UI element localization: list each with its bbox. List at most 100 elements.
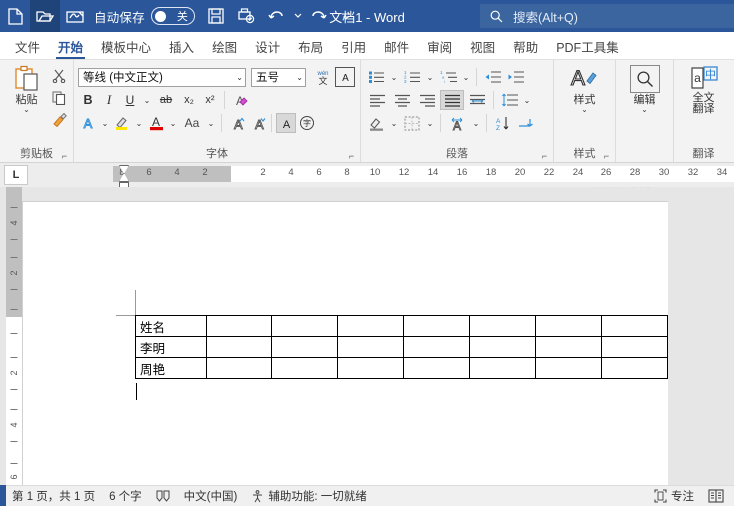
chinese-layout-icon[interactable]: A [445,113,469,133]
strikethrough-button[interactable]: ab [154,90,178,110]
character-border-icon[interactable]: A [335,67,355,87]
table-cell[interactable]: 姓名 [135,315,207,337]
status-proofing-icon[interactable] [156,490,170,503]
styles-button[interactable]: A 样式 ⌄ [562,63,608,114]
shading-dropdown-icon[interactable]: ⌄ [388,113,400,133]
table-cell[interactable] [469,336,537,358]
status-page-info[interactable]: 第 1 页，共 1 页 [12,488,95,504]
font-dialog-launcher-icon[interactable]: ⌐ [347,152,356,161]
horizontal-ruler[interactable]: 8 6 4 2 2 4 6 8 10 12 14 16 18 20 22 24 … [113,166,734,182]
multilevel-list-icon[interactable]: 1ai [437,67,459,87]
align-center-icon[interactable] [390,90,414,110]
shading-icon[interactable] [365,113,387,133]
table-cell[interactable] [535,315,603,337]
copy-icon[interactable] [49,88,69,108]
font-color-dropdown-icon[interactable]: ⌄ [167,113,179,133]
tab-draw[interactable]: 绘图 [203,33,246,59]
show-formatting-marks-icon[interactable] [514,113,536,133]
table-cell[interactable] [337,315,405,337]
table-row[interactable]: 李明 [135,336,668,358]
styles-dropdown-icon[interactable]: ⌄ [581,106,588,114]
tab-template-center[interactable]: 模板中心 [92,33,160,59]
tab-references[interactable]: 引用 [332,33,375,59]
multilevel-dropdown-icon[interactable]: ⌄ [460,67,472,87]
distribute-icon[interactable] [465,90,489,110]
tab-design[interactable]: 设计 [246,33,289,59]
highlight-color-icon[interactable] [112,113,132,133]
change-case-dropdown-icon[interactable]: ⌄ [205,113,217,133]
underline-button[interactable]: U [120,90,140,110]
italic-button[interactable]: I [99,90,119,110]
document-page[interactable]: 姓名 李明 周艳 [22,201,668,485]
table-row[interactable]: 姓名 [135,315,668,337]
undo-dropdown-icon[interactable] [291,0,305,32]
character-shading-icon[interactable]: A [276,113,296,133]
styles-dialog-launcher-icon[interactable]: ⌐ [602,152,611,161]
open-folder-icon[interactable] [30,0,60,32]
table-cell[interactable] [535,336,603,358]
underline-dropdown-icon[interactable]: ⌄ [141,90,153,110]
table-cell[interactable] [469,357,537,379]
tab-home[interactable]: 开始 [49,33,92,59]
full-translate-button[interactable]: a 中 全文 翻译 [681,63,727,115]
font-size-dropdown-icon[interactable]: ⌄ [293,73,303,82]
table-cell[interactable] [271,336,339,358]
numbering-dropdown-icon[interactable]: ⌄ [424,67,436,87]
document-canvas[interactable]: 软件自学网：RJZXW.COM 姓名 [22,187,734,485]
autosave-toggle[interactable]: 关 [150,7,195,25]
vertical-ruler[interactable]: 4 2 2 4 6 8 [6,187,22,485]
tab-view[interactable]: 视图 [461,33,504,59]
table-cell[interactable] [337,357,405,379]
change-case-button[interactable]: Aa [180,113,204,133]
tab-file[interactable]: 文件 [6,33,49,59]
status-accessibility[interactable]: 辅助功能: 一切就绪 [251,488,367,504]
table-row[interactable]: 周艳 [135,357,668,379]
save-icon[interactable] [201,0,231,32]
font-color-icon[interactable]: A [146,113,166,133]
highlight-dropdown-icon[interactable]: ⌄ [133,113,145,133]
bold-button[interactable]: B [78,90,98,110]
borders-icon[interactable] [401,113,423,133]
cut-icon[interactable] [49,66,69,86]
increase-indent-icon[interactable] [504,67,526,87]
decrease-indent-icon[interactable] [481,67,503,87]
bullets-dropdown-icon[interactable]: ⌄ [388,67,400,87]
undo-icon[interactable] [261,0,291,32]
justify-icon[interactable] [440,90,464,110]
tab-pdf-tools[interactable]: PDF工具集 [547,33,628,59]
clear-formatting-icon[interactable]: A [229,90,249,110]
tab-layout[interactable]: 布局 [289,33,332,59]
paragraph-dialog-launcher-icon[interactable]: ⌐ [540,152,549,161]
table-cell[interactable] [403,336,471,358]
borders-dropdown-icon[interactable]: ⌄ [424,113,436,133]
tab-stop-selector[interactable]: L [4,165,28,185]
status-read-mode-icon[interactable] [708,489,724,503]
font-size-combobox[interactable]: 五号 ⌄ [251,67,306,87]
table-cell[interactable] [205,357,273,379]
line-spacing-icon[interactable] [498,90,520,110]
superscript-button[interactable]: x² [200,90,220,110]
table-cell[interactable]: 周艳 [135,357,207,379]
align-left-icon[interactable] [365,90,389,110]
table-cell[interactable] [205,315,273,337]
line-spacing-dropdown-icon[interactable]: ⌄ [521,90,533,110]
table-cell[interactable] [601,336,668,358]
table-cell[interactable]: 李明 [135,336,207,358]
table-cell[interactable] [403,357,471,379]
font-name-dropdown-icon[interactable]: ⌄ [233,73,243,82]
document-table[interactable]: 姓名 李明 周艳 [135,315,668,379]
table-cell[interactable] [271,315,339,337]
table-cell[interactable] [205,336,273,358]
shrink-font-icon[interactable]: A [247,113,267,133]
table-cell[interactable] [469,315,537,337]
paste-dropdown-icon[interactable]: ⌄ [23,106,30,114]
bullets-icon[interactable] [365,67,387,87]
format-painter-icon[interactable] [49,110,69,130]
tab-help[interactable]: 帮助 [504,33,547,59]
sort-icon[interactable]: AZ [491,113,513,133]
align-right-icon[interactable] [415,90,439,110]
table-cell[interactable] [601,357,668,379]
text-effects-dropdown-icon[interactable]: ⌄ [99,113,111,133]
table-cell[interactable] [601,315,668,337]
print-preview-icon[interactable] [231,0,261,32]
